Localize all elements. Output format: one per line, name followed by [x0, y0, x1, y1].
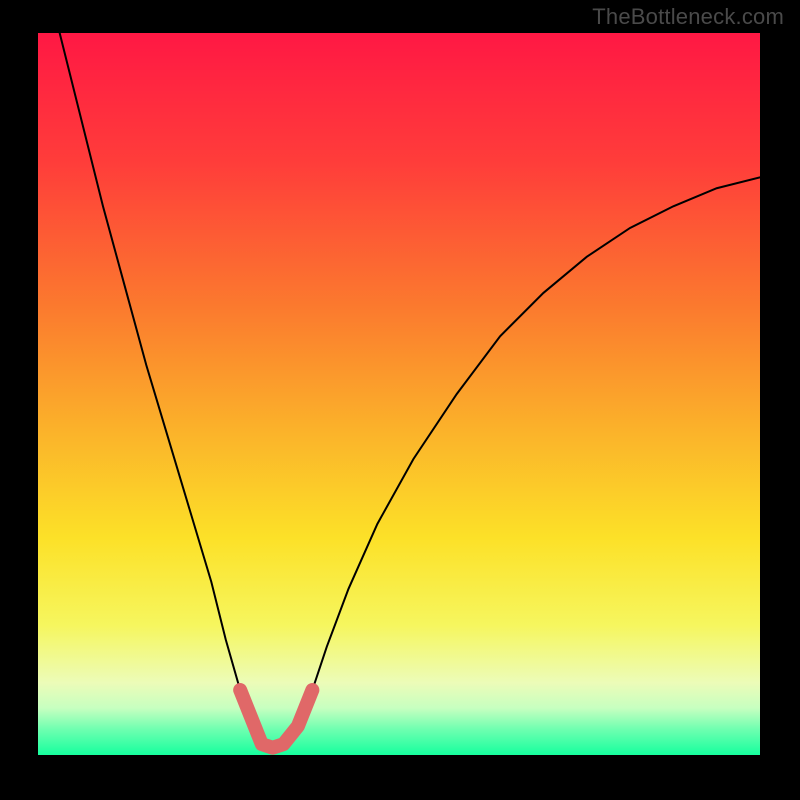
chart-svg — [0, 0, 800, 800]
watermark-text: TheBottleneck.com — [592, 4, 784, 30]
plot-background — [38, 33, 760, 755]
chart-frame: TheBottleneck.com — [0, 0, 800, 800]
